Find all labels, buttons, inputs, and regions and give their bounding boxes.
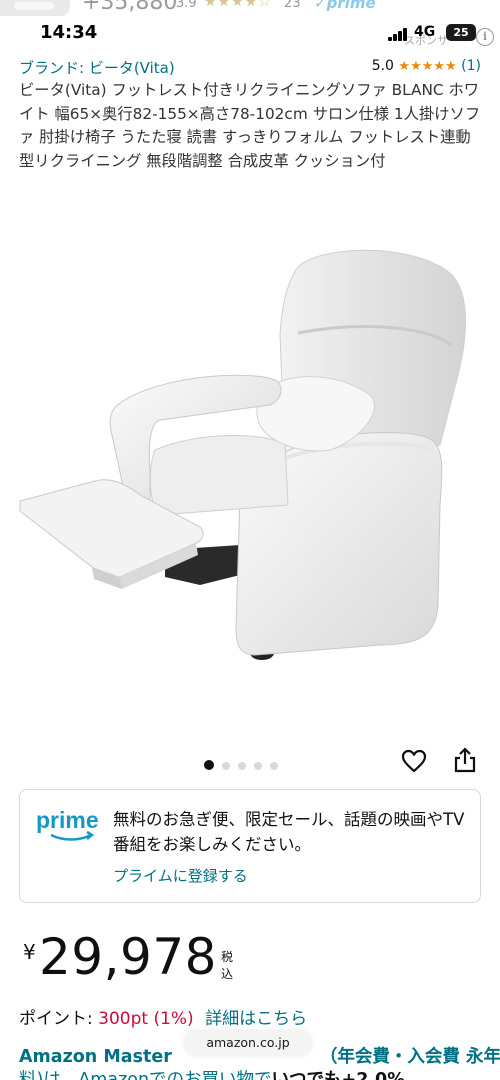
product-title: ビータ(Vita) フットレスト付きリクライニングソファ BLANC ホワイト …	[19, 81, 481, 170]
heart-icon[interactable]	[401, 748, 427, 774]
browser-url-pill[interactable]: amazon.co.jp	[184, 1030, 312, 1056]
prime-logo-text: prime	[36, 807, 99, 833]
prime-logo-icon: prime	[36, 807, 99, 841]
previous-item-review-count: 23	[284, 0, 301, 11]
share-icon[interactable]	[452, 746, 478, 774]
rating-value: 5.0	[371, 58, 394, 74]
mastercard-promo-line2[interactable]: 料)は、Amazonでのお買い物でいつでも+2.0%	[19, 1066, 405, 1080]
carousel-dot-1[interactable]	[204, 760, 214, 770]
previous-item-stars: ★★★★☆	[204, 0, 272, 10]
brand-link[interactable]: ブランド: ビータ(Vita)	[19, 59, 175, 77]
tax-label: 税込	[221, 950, 234, 981]
rating-summary[interactable]: 5.0 ★★★★★ (1)	[372, 58, 481, 74]
previous-item-thumbnail	[0, 0, 70, 16]
points-details-link[interactable]: 詳細はこちら	[205, 1009, 307, 1029]
prime-signup-link[interactable]: プライムに登録する	[113, 865, 248, 886]
rating-stars-icon: ★★★★★	[398, 59, 457, 74]
mastercard-promo-prefix: Amazon Master	[19, 1047, 172, 1067]
rating-count[interactable]: (1)	[461, 58, 481, 74]
previous-item-rating: 3.9	[176, 0, 197, 11]
image-carousel-dots[interactable]	[204, 755, 286, 770]
product-image[interactable]	[0, 205, 500, 740]
points-value: 300pt (1%)	[98, 1009, 194, 1029]
prime-promo-text: 無料のお急ぎ便、限定セール、話題の映画やTV番組をお楽しみください。	[113, 810, 465, 854]
carousel-dot-3[interactable]	[238, 762, 246, 770]
status-time: 14:34	[40, 22, 98, 43]
previous-item-prime-badge: ✓prime	[314, 0, 376, 12]
points-label: ポイント:	[19, 1009, 93, 1029]
carousel-dot-4[interactable]	[254, 762, 262, 770]
prime-promo-card: prime 無料のお急ぎ便、限定セール、話題の映画やTV番組をお楽しみください。…	[19, 789, 481, 903]
carousel-dot-2[interactable]	[222, 762, 230, 770]
currency-symbol: ¥	[23, 940, 36, 964]
battery-icon: 25	[446, 24, 476, 41]
info-icon[interactable]: i	[476, 28, 494, 46]
cellular-signal-icon	[388, 28, 410, 41]
previous-item-price: +35,880	[82, 0, 178, 15]
network-type: 4G	[414, 24, 436, 40]
mastercard-promo-suffix: （年会費・入会費 永年無	[319, 1047, 500, 1067]
price-amount: 29,978	[39, 928, 217, 986]
mastercard-promo-line2-text: 料)は、Amazonでのお買い物で	[19, 1070, 272, 1080]
points-row: ポイント: 300pt (1%) 詳細はこちら	[19, 1004, 307, 1029]
carousel-dot-5[interactable]	[270, 762, 278, 770]
status-bar: 14:34 スポンサー 4G 25 i	[0, 20, 500, 47]
recliner-chair-image	[19, 249, 467, 660]
brand-row: ブランド: ビータ(Vita) 5.0 ★★★★★ (1)	[19, 57, 481, 79]
previous-item-peek[interactable]: +35,880 3.9 ★★★★☆ 23 ✓prime	[0, 0, 500, 20]
mastercard-promo-highlight: いつでも+2.0%	[271, 1070, 405, 1080]
